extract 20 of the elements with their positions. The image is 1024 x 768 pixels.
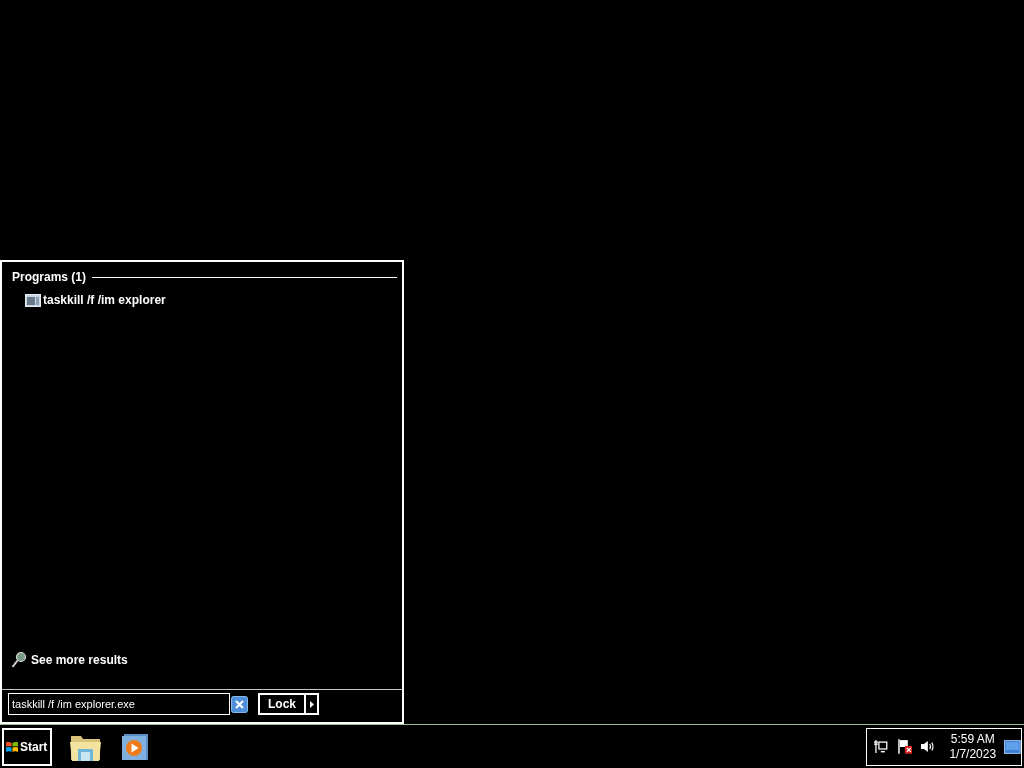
caret-icon	[309, 700, 314, 708]
clock-time: 5:59 AM	[950, 731, 995, 747]
section-heading: Programs (1)	[12, 270, 87, 285]
play-icon[interactable]	[121, 732, 149, 761]
logo-icon	[6, 740, 18, 753]
search-icon	[11, 651, 27, 668]
clock-date: 1/7/2023	[949, 746, 997, 762]
see-more-results-link[interactable]: See more results	[11, 651, 128, 668]
lock-button[interactable]: Lock	[258, 693, 306, 715]
program-item[interactable]: taskkill /f /im explorer	[25, 292, 166, 308]
show-desktop-icon[interactable]	[1004, 739, 1021, 754]
close-icon	[231, 695, 248, 713]
power-options-button[interactable]	[306, 693, 319, 715]
clear-search-button[interactable]	[231, 695, 248, 713]
speaker-icon[interactable]	[920, 740, 936, 753]
window-icon	[25, 293, 41, 307]
search-field[interactable]: taskkill /f /im explorer.exe	[8, 693, 230, 715]
network-icon[interactable]	[873, 739, 888, 754]
flag-icon[interactable]	[896, 739, 913, 754]
start-button[interactable]: Start	[2, 727, 52, 766]
